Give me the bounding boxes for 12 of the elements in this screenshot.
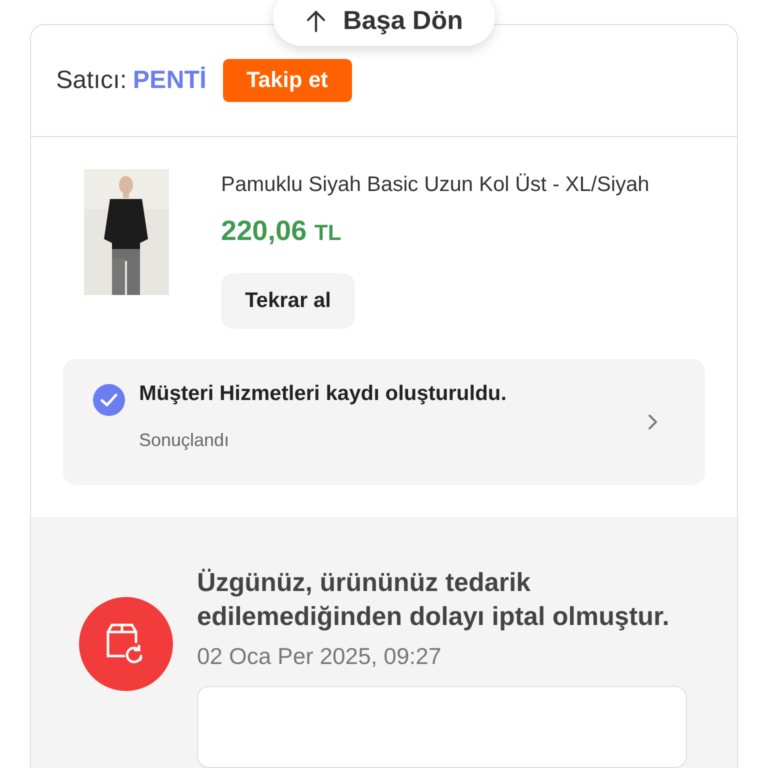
- ticket-status: Sonuçlandı: [139, 430, 230, 452]
- cancellation-message: Üzgünüz, ürününüz tedarik edilemediğinden dolayı iptal olmuştur.: [197, 566, 670, 633]
- product-price: 220,06 TL: [221, 214, 342, 247]
- back-to-top-label: Başa Dön: [343, 5, 463, 36]
- rebuy-button[interactable]: Tekrar al: [221, 272, 355, 329]
- cancellation-date: 02 Oca Per 2025, 09:27: [197, 643, 442, 670]
- ticket-title: Müşteri Hizmetleri kaydı oluşturuldu.: [139, 382, 508, 406]
- seller-link[interactable]: PENTİ: [132, 66, 206, 95]
- seller-label: Satıcı:: [56, 66, 127, 95]
- support-ticket-card[interactable]: Müşteri Hizmetleri kaydı oluşturuldu. Sonuçlandı: [63, 358, 705, 485]
- product-title[interactable]: Pamuklu Siyah Basic Uzun Kol Üst - XL/Siyah: [221, 172, 650, 197]
- back-to-top-button[interactable]: Başa Dön: [273, 0, 495, 46]
